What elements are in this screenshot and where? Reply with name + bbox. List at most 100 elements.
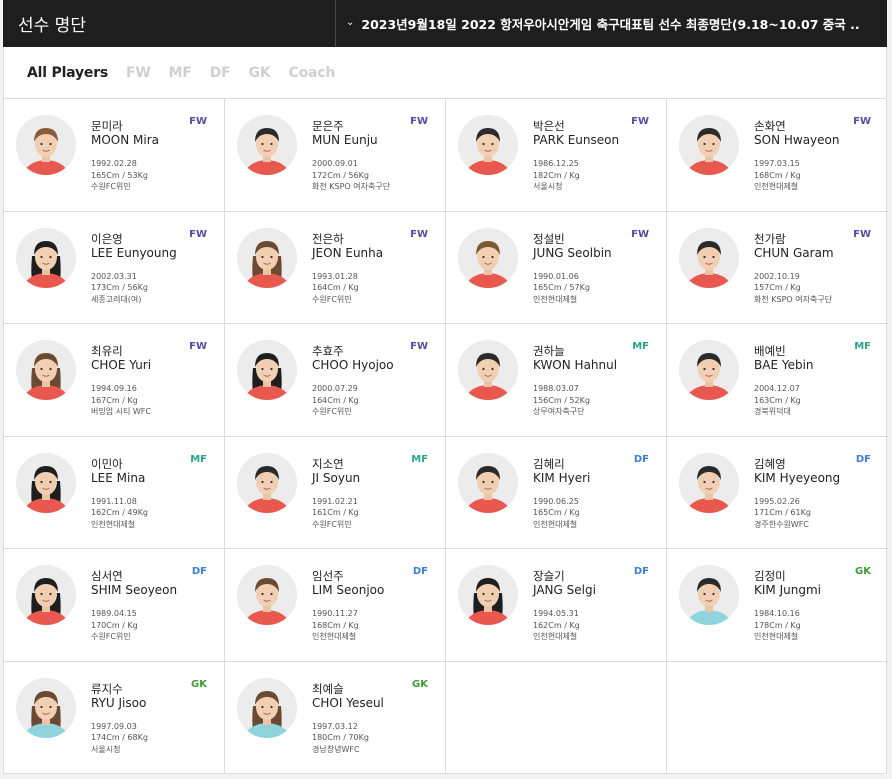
player-birthdate: 1989.04.15 [91,609,137,618]
player-height-weight: 178Cm / Kg [754,620,801,630]
roster-select-dropdown[interactable]: ⌄ 2023년9월18일 2022 항저우아시안게임 축구대표팀 선수 최종명단… [336,0,887,47]
player-card[interactable]: 이은영 LEE Eunyoung FW 2002.03.31 173Cm / 5… [4,211,225,324]
player-photo [679,115,739,175]
player-info: 2000.09.01 172Cm / 56Kg 화천 KSPO 여자축구단 [312,158,390,193]
tab-mf[interactable]: MF [169,65,192,81]
position-badge: GK [191,678,207,690]
player-info: 1994.09.16 167Cm / Kg 버밍엄 시티 WFC [91,383,151,418]
player-photo [237,115,297,175]
position-badge: FW [189,341,207,352]
player-card[interactable]: 장슬기 JANG Selgi DF 1994.05.31 162Cm / Kg … [446,549,667,662]
player-name-kr: 천가람 [754,231,786,246]
player-photo [458,452,518,513]
position-badge: FW [631,228,649,240]
player-birthdate: 1992.02.28 [91,159,137,168]
player-info: 2002.10.19 157Cm / Kg 화천 KSPO 여자축구단 [754,271,832,306]
player-photo [16,227,76,288]
player-club: 인천현대제철 [533,632,578,641]
player-height-weight: 171Cm / 61Kg [754,508,811,517]
player-name-kr: 김정미 [754,569,786,583]
position-badge: FW [631,116,649,127]
player-photo [458,115,518,175]
player-club: 세종고려대(여) [91,294,142,304]
player-card[interactable]: 최예슬 CHOI Yeseul GK 1997.03.12 180Cm / 70… [225,661,446,774]
tab-gk[interactable]: GK [249,65,271,81]
player-info: 1989.04.15 170Cm / Kg 수원FC위민 [91,608,138,643]
player-info: 1990.06.25 165Cm / Kg 인천현대제철 [533,496,580,531]
player-card[interactable]: 김혜리 KIM Hyeri DF 1990.06.25 165Cm / Kg 인… [446,436,667,549]
player-name-en: MOON Mira [91,133,160,147]
player-name-kr: 문은주 [312,119,344,133]
player-info: 1993.01.28 164Cm / Kg 수원FC위민 [312,271,359,306]
player-photo [458,227,518,288]
player-height-weight: 156Cm / 52Kg [533,395,590,405]
player-birthdate: 1991.11.08 [91,496,137,506]
player-height-weight: 180Cm / 70Kg [312,733,369,742]
player-card[interactable]: 류지수 RYU Jisoo GK 1997.09.03 174Cm / 68Kg… [4,661,225,774]
player-card[interactable]: 손화연 SON Hwayeon FW 1997.03.15 168Cm / Kg… [667,99,888,212]
position-badge: FW [853,228,871,240]
player-name-en: KWON Hahnul [533,358,618,372]
player-height-weight: 172Cm / 56Kg [312,170,369,180]
player-name-kr: 최예슬 [312,681,344,696]
player-card[interactable]: 배예빈 BAE Yebin MF 2004.12.07 163Cm / Kg 경… [667,324,888,437]
player-name-kr: 장슬기 [533,569,565,583]
player-card[interactable]: 문은주 MUN Eunju FW 2000.09.01 172Cm / 56Kg… [225,99,446,212]
roster-panel: All Players FW MF DF GK Coach 문미라 MOON Mira F… [3,47,888,775]
player-name-en: JUNG Seolbin [533,245,612,260]
player-card[interactable]: 최유리 CHOE Yuri FW 1994.09.16 167Cm / Kg 버… [4,324,225,437]
position-badge: DF [633,453,649,465]
tab-fw[interactable]: FW [126,65,151,81]
player-card[interactable]: 김정미 KIM Jungmi GK 1984.10.16 178Cm / Kg … [667,549,888,662]
tab-df[interactable]: DF [210,65,231,81]
player-card[interactable]: 심서연 SHIM Seoyeon DF 1989.04.15 170Cm / K… [4,549,225,662]
player-name-en: CHUN Garam [754,245,834,260]
player-birthdate: 1997.03.12 [312,721,358,731]
player-name-kr: 김혜리 [533,456,565,471]
player-name-en: SHIM Seoyeon [91,583,178,597]
player-club: 수원FC위민 [312,294,352,304]
player-name-en: LEE Mina [91,470,146,485]
player-card[interactable]: 추효주 CHOO Hyojoo FW 2000.07.29 164Cm / Kg… [225,324,446,437]
player-height-weight: 168Cm / Kg [754,170,801,180]
player-card[interactable]: 임선주 LIM Seonjoo DF 1990.11.27 168Cm / Kg… [225,549,446,662]
player-club: 서울시청 [91,744,121,754]
player-photo [679,565,739,625]
position-badge: FW [189,228,207,240]
player-club: 경남창녕WFC [312,744,360,754]
player-card[interactable]: 천가람 CHUN Garam FW 2002.10.19 157Cm / Kg … [667,212,888,324]
tab-coach[interactable]: Coach [289,65,336,81]
chevron-down-icon: ⌄ [346,17,355,28]
tab-all-players[interactable]: All Players [27,65,108,81]
player-name-en: BAE Yebin [754,358,814,372]
player-card[interactable]: 권하늘 KWON Hahnul MF 1988.03.07 156Cm / 52… [446,324,667,437]
player-club: 상무여자축구단 [533,407,585,416]
player-card[interactable]: 정설빈 JUNG Seolbin FW 1990.01.06 165Cm / 5… [446,211,667,324]
player-name-kr: 손화연 [754,119,786,133]
player-club: 수원FC위민 [91,632,131,641]
player-photo [679,227,739,288]
empty-slot [667,662,888,775]
player-birthdate: 1997.03.15 [754,159,800,168]
player-club: 인천현대제철 [312,632,357,641]
player-card[interactable]: 전은하 JEON Eunha FW 1993.01.28 164Cm / Kg … [225,211,446,324]
player-card[interactable]: 이민아 LEE Mina MF 1991.11.08 162Cm / 49Kg … [4,436,225,549]
player-name-en: CHOI Yeseul [312,695,384,710]
player-card[interactable]: 문미라 MOON Mira FW 1992.02.28 165Cm / 53Kg… [4,99,225,212]
player-height-weight: 165Cm / 53Kg [91,170,148,180]
player-name-kr: 전은하 [312,231,344,246]
player-height-weight: 157Cm / Kg [754,283,801,292]
player-name-en: KIM Hyeyeong [754,470,841,485]
player-photo [16,452,76,513]
player-photo [679,340,739,400]
player-height-weight: 173Cm / 56Kg [91,283,148,292]
player-birthdate: 1991.02.21 [312,496,358,506]
player-birthdate: 1988.03.07 [533,384,579,393]
player-card[interactable]: 지소연 JI Soyun MF 1991.02.21 161Cm / Kg 수원… [225,436,446,549]
player-club: 인천현대제철 [91,519,136,529]
player-card[interactable]: 김혜영 KIM Hyeyeong DF 1995.02.26 171Cm / 6… [667,437,888,549]
player-name-kr: 이은영 [91,231,123,246]
player-photo [237,452,297,513]
player-info: 1997.03.15 168Cm / Kg 인천현대제철 [754,158,801,193]
player-card[interactable]: 박은선 PARK Eunseon FW 1986.12.25 182Cm / K… [446,99,667,212]
